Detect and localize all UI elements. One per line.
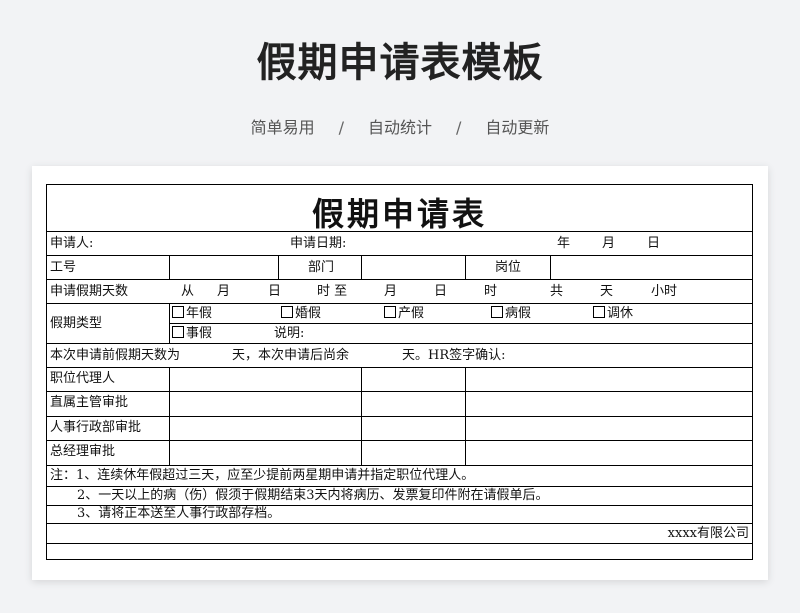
option-personal-leave[interactable]: 事假 (172, 326, 212, 342)
tag-separator: / (456, 118, 462, 137)
year-label: 年 (557, 236, 571, 251)
tag-separator: / (338, 118, 344, 137)
grid-line (169, 303, 170, 343)
grid-line (361, 367, 362, 465)
checkbox[interactable] (172, 326, 184, 338)
grid-line (278, 255, 279, 279)
grid-line (47, 343, 752, 344)
grid-line (465, 255, 466, 279)
applicant-label: 申请人: (50, 236, 94, 251)
note-line-1: 注：1、连续休年假超过三天，应至少提前两星期申请并指定职位代理人。 (50, 468, 475, 483)
grid-line (47, 255, 752, 256)
approval-proxy-label: 职位代理人 (50, 371, 116, 386)
option-sick-leave[interactable]: 病假 (491, 306, 531, 322)
employee-id-label: 工号 (50, 260, 77, 275)
note-line-3: 3、请将正本送至人事行政部存档。 (77, 506, 281, 521)
leave-days-label: 申请假期天数 (50, 284, 129, 299)
from-day-label: 日 (268, 284, 282, 299)
approval-hr-label: 人事行政部审批 (50, 420, 142, 435)
to-day-label: 日 (434, 284, 448, 299)
days-label: 天 (600, 284, 614, 299)
balance-before-label: 本次申请前假期天数为 (50, 348, 181, 363)
option-marriage-leave[interactable]: 婚假 (281, 306, 321, 322)
form-sheet: 假期申请表 申请人: 申请日期: 年 月 日 工号 部门 岗位 申请假期天数 从… (32, 166, 768, 580)
apply-date-label: 申请日期: (290, 236, 347, 251)
grid-line (169, 323, 752, 324)
hour-to-label: 时 至 (317, 284, 348, 299)
grid-line (47, 391, 752, 392)
grid-line (47, 543, 752, 544)
balance-after-label: 天，本次申请后尚余 (232, 348, 350, 363)
option-label: 产假 (398, 306, 425, 321)
position-field[interactable] (552, 257, 750, 277)
tag-easy: 简单易用 (250, 118, 315, 137)
to-hour-label: 时 (484, 284, 498, 299)
grid-line (47, 367, 752, 368)
option-label: 年假 (186, 306, 213, 321)
checkbox[interactable] (491, 306, 503, 318)
month-label: 月 (602, 236, 616, 251)
department-label: 部门 (308, 260, 335, 275)
checkbox[interactable] (281, 306, 293, 318)
tag-auto-stats: 自动统计 (367, 118, 432, 137)
option-label: 调休 (607, 306, 634, 321)
option-label: 婚假 (295, 306, 322, 321)
to-month-label: 月 (384, 284, 398, 299)
grid-line (361, 255, 362, 279)
position-label: 岗位 (495, 260, 522, 275)
employee-id-field[interactable] (171, 257, 277, 277)
day-label: 日 (647, 236, 661, 251)
total-label: 共 (550, 284, 564, 299)
from-month-label: 月 (217, 284, 231, 299)
grid-line (47, 440, 752, 441)
note-label: 说明: (274, 326, 305, 341)
approval-gm-label: 总经理审批 (50, 444, 116, 459)
checkbox[interactable] (593, 306, 605, 318)
tag-auto-update: 自动更新 (485, 118, 550, 137)
grid-line (47, 231, 752, 232)
checkbox[interactable] (384, 306, 396, 318)
note-line-2: 2、一天以上的病（伤）假须于假期结束3天内将病历、发票复印件附在请假单后。 (77, 488, 549, 503)
grid-line (169, 367, 170, 465)
hours-label: 小时 (651, 284, 678, 299)
option-label: 事假 (186, 326, 213, 341)
page-title: 假期申请表模板 (256, 40, 544, 86)
company-name: xxxx有限公司 (667, 526, 749, 541)
grid-line (169, 255, 170, 279)
grid-line (47, 465, 752, 466)
option-annual-leave[interactable]: 年假 (172, 306, 212, 322)
grid-line (550, 255, 551, 279)
tagline: 简单易用 / 自动统计 / 自动更新 (0, 114, 800, 138)
leave-application-form: 假期申请表 申请人: 申请日期: 年 月 日 工号 部门 岗位 申请假期天数 从… (46, 184, 753, 560)
option-time-off[interactable]: 调休 (593, 306, 633, 322)
from-label: 从 (181, 284, 195, 299)
option-maternity-leave[interactable]: 产假 (384, 306, 424, 322)
grid-line (47, 279, 752, 280)
option-label: 病假 (505, 306, 532, 321)
grid-line (47, 303, 752, 304)
checkbox[interactable] (172, 306, 184, 318)
grid-line (47, 416, 752, 417)
leave-type-label: 假期类型 (50, 316, 103, 331)
form-title: 假期申请表 (311, 195, 487, 233)
approval-supervisor-label: 直属主管审批 (50, 395, 129, 410)
grid-line (47, 523, 752, 524)
grid-line (47, 486, 752, 487)
grid-line (465, 367, 466, 465)
department-field[interactable] (363, 257, 463, 277)
hr-confirm-label: 天。HR签字确认: (402, 348, 506, 363)
